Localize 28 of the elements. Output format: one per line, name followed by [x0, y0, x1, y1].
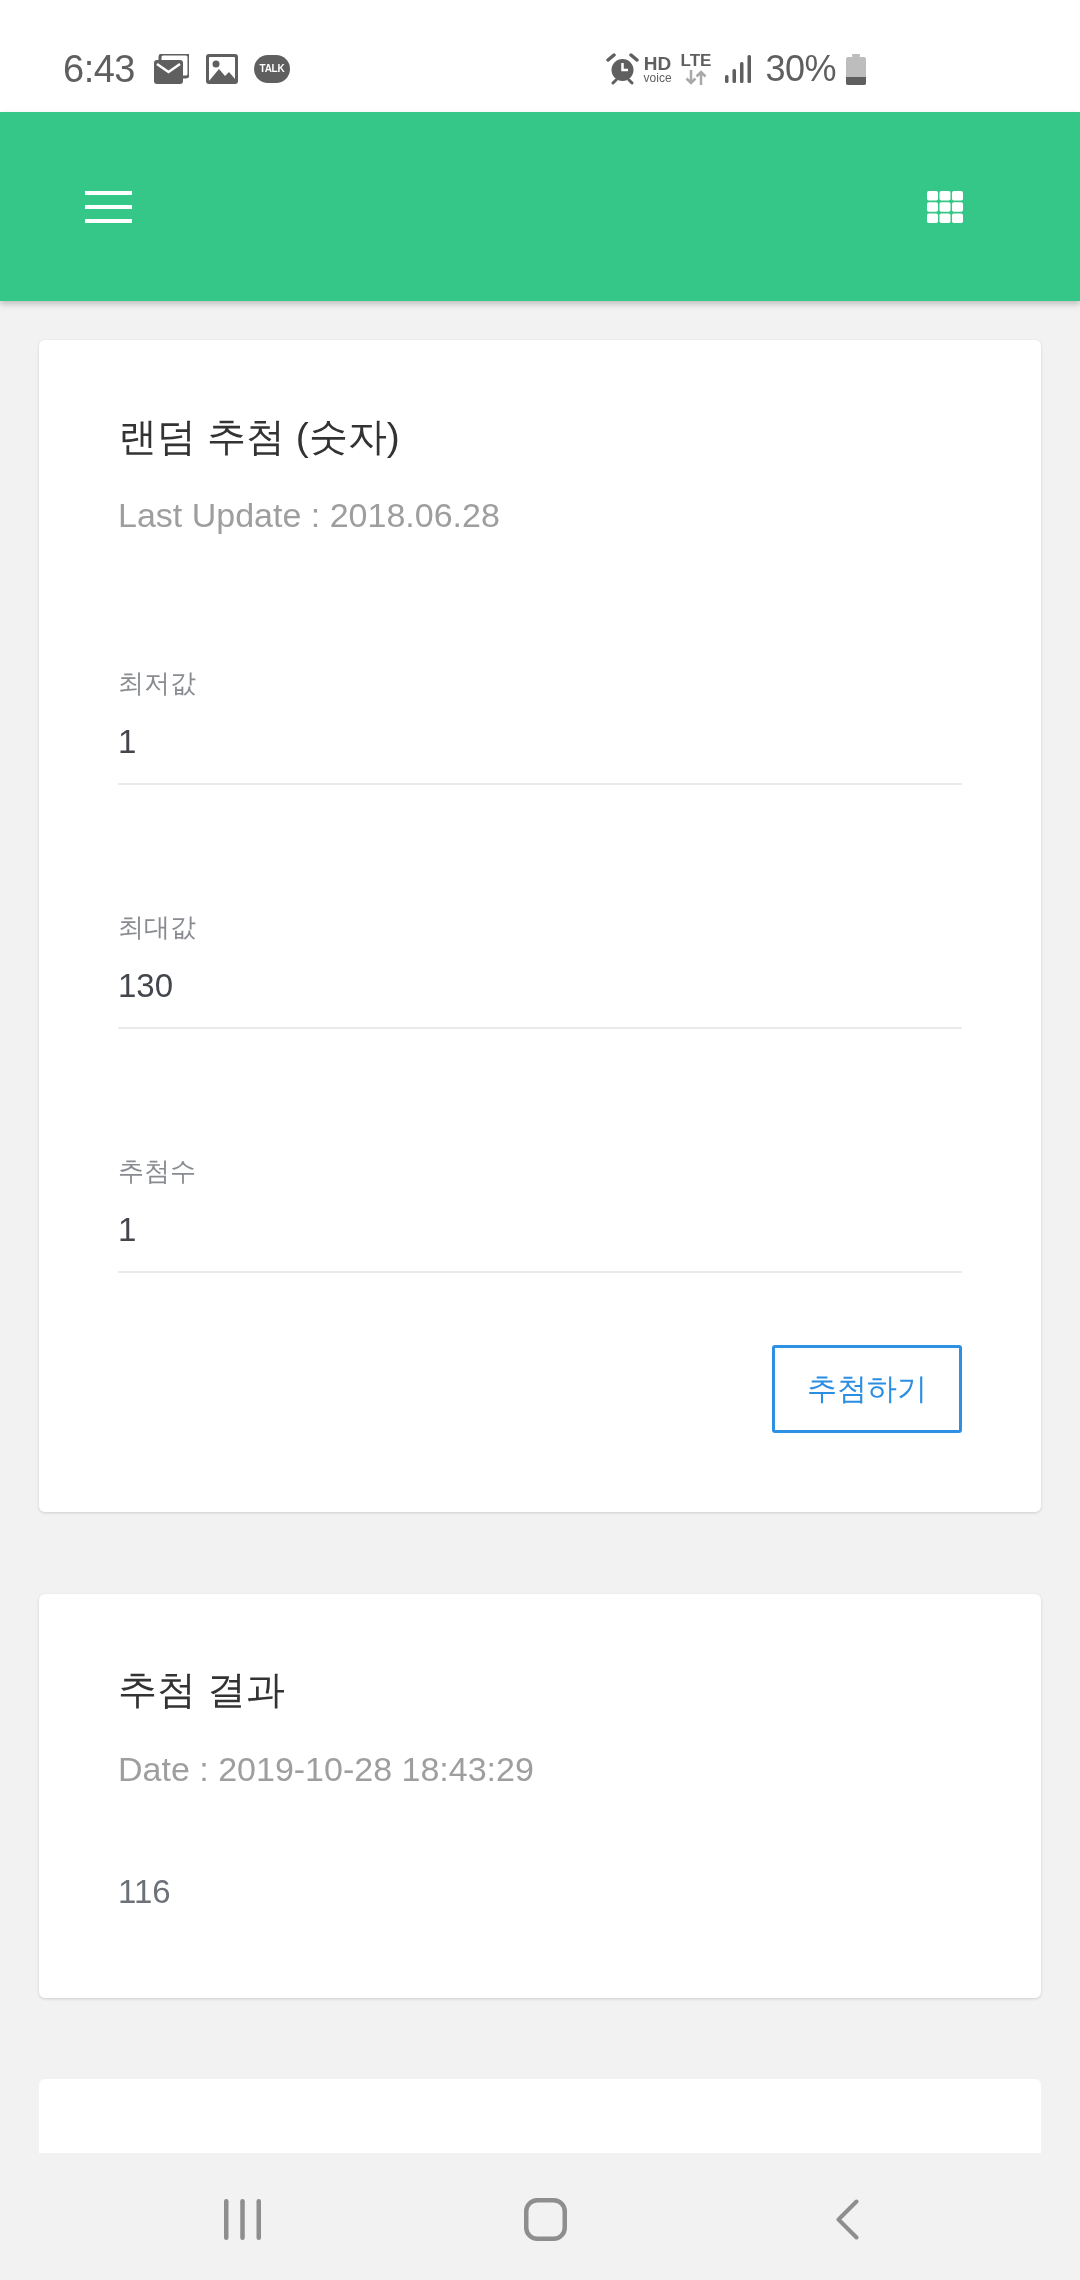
field-label: 최저값	[118, 667, 197, 700]
voice-label: voice	[643, 71, 672, 84]
input-field[interactable]: 130	[118, 964, 962, 1029]
data-arrows-icon	[685, 70, 707, 85]
card-title: 랜덤 추첨 (숫자)	[118, 414, 401, 460]
network-type-label: LTE	[680, 53, 712, 68]
back-icon[interactable]	[834, 2199, 859, 2240]
image-icon	[205, 54, 238, 84]
menu-icon[interactable]	[85, 190, 132, 223]
battery-icon	[846, 53, 866, 85]
email-icon	[153, 54, 189, 84]
field-label: 최대값	[118, 911, 197, 944]
status-time: 6:43	[63, 50, 135, 88]
card-title: 추첨 결과	[118, 1667, 286, 1713]
battery-percent: 30%	[765, 51, 836, 87]
result-value: 116	[118, 1872, 172, 1912]
signal-icon	[725, 55, 752, 83]
input-field[interactable]: 1	[118, 720, 962, 785]
hd-label: HD	[643, 54, 672, 72]
home-icon[interactable]	[524, 2198, 567, 2241]
alarm-icon	[605, 53, 639, 85]
card-subtitle: Last Update : 2018.06.28	[118, 495, 501, 535]
chat-bubble: TALK	[253, 55, 290, 83]
recents-icon[interactable]	[224, 2199, 261, 2240]
grid-icon[interactable]	[927, 190, 963, 223]
field-label: 추첨수	[118, 1155, 197, 1188]
input-field[interactable]: 1	[118, 1208, 962, 1273]
card-subtitle: Date : 2019-10-28 18:43:29	[118, 1749, 535, 1789]
